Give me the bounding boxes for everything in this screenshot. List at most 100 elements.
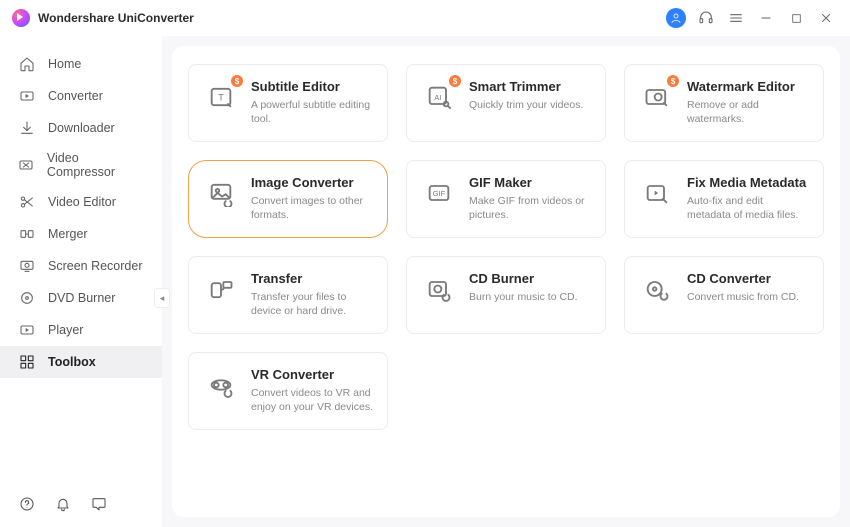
- chevron-left-icon: ◂: [160, 293, 165, 304]
- tool-image-converter[interactable]: Image Converter Convert images to other f…: [188, 160, 388, 238]
- sidebar-item-video-compressor[interactable]: Video Compressor: [0, 144, 162, 186]
- cd-converter-icon: [639, 271, 675, 307]
- tool-description: Convert videos to VR and enjoy on your V…: [251, 386, 373, 414]
- scissors-icon: [18, 193, 36, 211]
- maximize-button[interactable]: [784, 6, 808, 30]
- tool-description: Auto-fix and edit metadata of media file…: [687, 194, 809, 222]
- tool-title: VR Converter: [251, 367, 373, 382]
- sidebar-item-player[interactable]: Player: [0, 314, 162, 346]
- minimize-button[interactable]: [754, 6, 778, 30]
- sidebar-item-converter[interactable]: Converter: [0, 80, 162, 112]
- fix-metadata-icon: [639, 175, 675, 211]
- sidebar-item-downloader[interactable]: Downloader: [0, 112, 162, 144]
- smart-trimmer-icon: AI$: [421, 79, 457, 115]
- chat-icon: [91, 496, 107, 512]
- app-logo-icon: [12, 9, 30, 27]
- tool-vr-converter[interactable]: VR Converter Convert videos to VR and enj…: [188, 352, 388, 430]
- close-button[interactable]: [814, 6, 838, 30]
- titlebar: Wondershare UniConverter: [0, 0, 850, 36]
- minimize-icon: [759, 11, 773, 25]
- account-button[interactable]: [664, 6, 688, 30]
- tool-title: Transfer: [251, 271, 373, 286]
- sidebar-item-label: Toolbox: [48, 355, 96, 369]
- watermark-editor-icon: $: [639, 79, 675, 115]
- sidebar-item-merger[interactable]: Merger: [0, 218, 162, 250]
- menu-button[interactable]: [724, 6, 748, 30]
- sidebar-item-home[interactable]: Home: [0, 48, 162, 80]
- tool-subtitle-editor[interactable]: T$Subtitle EditorA powerful subtitle edi…: [188, 64, 388, 142]
- sidebar-item-label: Video Editor: [48, 195, 116, 209]
- tool-fix-media-metadata[interactable]: Fix Media Metadata Auto-fix and edit meta…: [624, 160, 824, 238]
- maximize-icon: [790, 12, 803, 25]
- sidebar-item-label: Merger: [48, 227, 88, 241]
- cd-burner-icon: [421, 271, 457, 307]
- bell-icon: [55, 496, 71, 512]
- toolbox-icon: [18, 353, 36, 371]
- user-avatar-icon: [666, 8, 686, 28]
- merger-icon: [18, 225, 36, 243]
- tool-description: Transfer your files to device or hard dr…: [251, 290, 373, 318]
- svg-text:GIF: GIF: [433, 189, 446, 198]
- transfer-icon: [203, 271, 239, 307]
- tool-watermark-editor[interactable]: $ Watermark Editor Remove or add watermark…: [624, 64, 824, 142]
- help-icon: [19, 496, 35, 512]
- help-button[interactable]: [18, 495, 36, 513]
- sidebar-item-label: DVD Burner: [48, 291, 115, 305]
- sidebar-collapse-button[interactable]: ◂: [154, 288, 170, 308]
- tool-smart-trimmer[interactable]: AI$Smart TrimmerQuickly trim your videos…: [406, 64, 606, 142]
- sidebar-item-label: Player: [48, 323, 83, 337]
- sidebar-item-label: Screen Recorder: [48, 259, 143, 273]
- tool-description: Quickly trim your videos.: [469, 98, 583, 112]
- download-icon: [18, 119, 36, 137]
- notifications-button[interactable]: [54, 495, 72, 513]
- tool-title: CD Burner: [469, 271, 578, 286]
- svg-text:T: T: [218, 93, 224, 103]
- sidebar-item-video-editor[interactable]: Video Editor: [0, 186, 162, 218]
- sidebar-item-label: Downloader: [48, 121, 115, 135]
- headset-icon: [698, 10, 714, 26]
- tool-title: CD Converter: [687, 271, 799, 286]
- image-converter-icon: [203, 175, 239, 211]
- tool-description: Burn your music to CD.: [469, 290, 578, 304]
- compress-icon: [18, 156, 35, 174]
- tool-title: Image Converter: [251, 175, 373, 190]
- tool-description: A powerful subtitle editing tool.: [251, 98, 373, 126]
- tool-grid: T$Subtitle EditorA powerful subtitle edi…: [188, 64, 824, 430]
- sidebar-item-toolbox[interactable]: Toolbox: [0, 346, 162, 378]
- dvd-icon: [18, 289, 36, 307]
- sidebar-item-label: Home: [48, 57, 81, 71]
- tool-cd-burner[interactable]: CD Burner Burn your music to CD.: [406, 256, 606, 334]
- premium-badge: $: [231, 75, 243, 87]
- tool-title: Smart Trimmer: [469, 79, 583, 94]
- sidebar-item-label: Converter: [48, 89, 103, 103]
- vr-converter-icon: [203, 367, 239, 403]
- tool-gif-maker[interactable]: GIF GIF Maker Make GIF from videos or pict…: [406, 160, 606, 238]
- tool-title: Fix Media Metadata: [687, 175, 809, 190]
- sidebar-item-screen-recorder[interactable]: Screen Recorder: [0, 250, 162, 282]
- tool-description: Remove or add watermarks.: [687, 98, 809, 126]
- feedback-button[interactable]: [90, 495, 108, 513]
- app-title: Wondershare UniConverter: [38, 11, 194, 25]
- sidebar-item-label: Video Compressor: [47, 151, 144, 179]
- home-icon: [18, 55, 36, 73]
- tool-title: GIF Maker: [469, 175, 591, 190]
- player-icon: [18, 321, 36, 339]
- support-button[interactable]: [694, 6, 718, 30]
- sidebar-item-dvd-burner[interactable]: DVD Burner: [0, 282, 162, 314]
- sidebar-footer: [0, 481, 162, 527]
- tool-title: Subtitle Editor: [251, 79, 373, 94]
- gif-maker-icon: GIF: [421, 175, 457, 211]
- tool-description: Make GIF from videos or pictures.: [469, 194, 591, 222]
- tool-title: Watermark Editor: [687, 79, 809, 94]
- tool-cd-converter[interactable]: CD ConverterConvert music from CD.: [624, 256, 824, 334]
- tool-description: Convert images to other formats.: [251, 194, 373, 222]
- toolbox-panel: T$Subtitle EditorA powerful subtitle edi…: [172, 46, 840, 517]
- premium-badge: $: [449, 75, 461, 87]
- close-icon: [819, 11, 833, 25]
- subtitle-editor-icon: T$: [203, 79, 239, 115]
- converter-icon: [18, 87, 36, 105]
- sidebar: Home Converter Downloader Video Compress…: [0, 36, 162, 527]
- tool-transfer[interactable]: Transfer Transfer your files to device or…: [188, 256, 388, 334]
- main-area: T$Subtitle EditorA powerful subtitle edi…: [162, 36, 850, 527]
- svg-text:AI: AI: [434, 93, 441, 102]
